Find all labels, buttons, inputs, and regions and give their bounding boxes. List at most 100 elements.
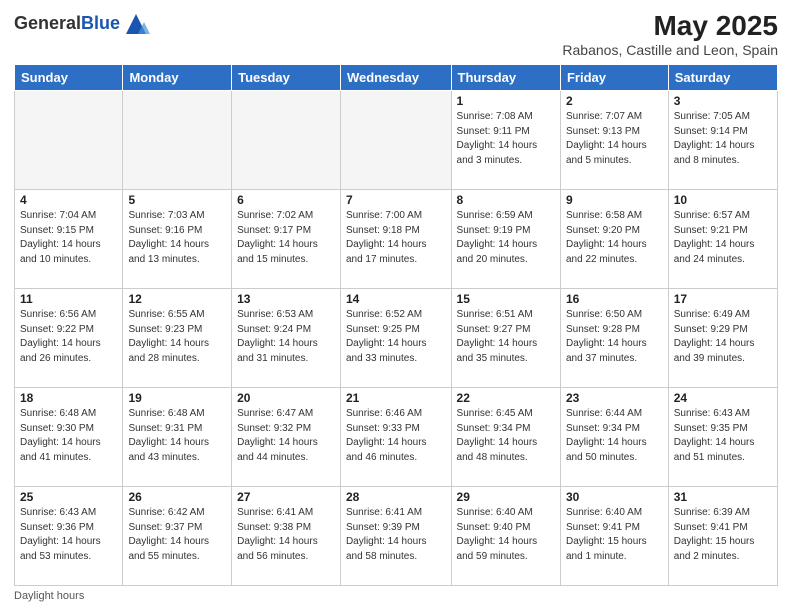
calendar-cell-w1d5: 9Sunrise: 6:58 AMSunset: 9:20 PMDaylight… (560, 190, 668, 289)
calendar-cell-w4d1: 26Sunrise: 6:42 AMSunset: 9:37 PMDayligh… (123, 487, 232, 586)
day-info: Sunrise: 7:08 AMSunset: 9:11 PMDaylight:… (457, 110, 555, 168)
day-number: 5 (128, 193, 226, 207)
daylight-label: Daylight hours (14, 590, 84, 602)
day-info: Sunrise: 6:43 AMSunset: 9:36 PMDaylight:… (20, 506, 117, 564)
calendar-cell-w1d0: 4Sunrise: 7:04 AMSunset: 9:15 PMDaylight… (15, 190, 123, 289)
day-info: Sunrise: 7:07 AMSunset: 9:13 PMDaylight:… (566, 110, 663, 168)
day-info: Sunrise: 6:41 AMSunset: 9:39 PMDaylight:… (346, 506, 446, 564)
day-number: 16 (566, 292, 663, 306)
col-monday: Monday (123, 65, 232, 91)
title-block: May 2025 Rabanos, Castille and Leon, Spa… (562, 10, 778, 58)
day-info: Sunrise: 7:03 AMSunset: 9:16 PMDaylight:… (128, 209, 226, 267)
day-number: 20 (237, 391, 335, 405)
col-friday: Friday (560, 65, 668, 91)
calendar-cell-w1d4: 8Sunrise: 6:59 AMSunset: 9:19 PMDaylight… (451, 190, 560, 289)
day-number: 8 (457, 193, 555, 207)
day-number: 4 (20, 193, 117, 207)
day-info: Sunrise: 6:47 AMSunset: 9:32 PMDaylight:… (237, 407, 335, 465)
calendar-cell-w1d6: 10 Sunrise: 6:57 AMSunset: 9:21 PMDayligh… (668, 190, 777, 289)
day-number: 31 (674, 490, 772, 504)
calendar-week-2: 11Sunrise: 6:56 AMSunset: 9:22 PMDayligh… (15, 289, 778, 388)
day-info: Sunrise: 6:50 AMSunset: 9:28 PMDaylight:… (566, 308, 663, 366)
col-wednesday: Wednesday (340, 65, 451, 91)
header: GeneralBlue May 2025 Rabanos, Castille a… (14, 10, 778, 58)
day-number: 27 (237, 490, 335, 504)
calendar-cell-w2d1: 12Sunrise: 6:55 AMSunset: 9:23 PMDayligh… (123, 289, 232, 388)
calendar-cell-w2d4: 15 Sunrise: 6:51 AMSunset: 9:27 PMDayligh… (451, 289, 560, 388)
day-info: Sunrise: 6:42 AMSunset: 9:37 PMDaylight:… (128, 506, 226, 564)
day-info: Sunrise: 6:52 AMSunset: 9:25 PMDaylight:… (346, 308, 446, 366)
day-number: 7 (346, 193, 446, 207)
calendar-cell-w3d6: 24Sunrise: 6:43 AMSunset: 9:35 PMDayligh… (668, 388, 777, 487)
day-info: Sunrise: 6:58 AMSunset: 9:20 PMDaylight:… (566, 209, 663, 267)
day-info: Sunrise: 6:45 AMSunset: 9:34 PMDaylight:… (457, 407, 555, 465)
calendar-cell-w0d1 (123, 91, 232, 190)
calendar-cell-w0d2 (232, 91, 341, 190)
subtitle: Rabanos, Castille and Leon, Spain (562, 42, 778, 58)
calendar-week-0: 1 Sunrise: 7:08 AMSunset: 9:11 PMDaylight… (15, 91, 778, 190)
logo-text: GeneralBlue (14, 14, 120, 34)
day-number: 21 (346, 391, 446, 405)
calendar-cell-w0d3 (340, 91, 451, 190)
calendar-cell-w3d3: 21 Sunrise: 6:46 AMSunset: 9:33 PMDayligh… (340, 388, 451, 487)
day-number: 3 (674, 94, 772, 108)
calendar-cell-w2d5: 16 Sunrise: 6:50 AMSunset: 9:28 PMDayligh… (560, 289, 668, 388)
col-sunday: Sunday (15, 65, 123, 91)
day-number: 2 (566, 94, 663, 108)
day-number: 15 (457, 292, 555, 306)
calendar-cell-w1d1: 5 Sunrise: 7:03 AMSunset: 9:16 PMDaylight… (123, 190, 232, 289)
calendar-cell-w4d0: 25 Sunrise: 6:43 AMSunset: 9:36 PMDayligh… (15, 487, 123, 586)
calendar-cell-w2d0: 11Sunrise: 6:56 AMSunset: 9:22 PMDayligh… (15, 289, 123, 388)
day-number: 19 (128, 391, 226, 405)
day-info: Sunrise: 6:46 AMSunset: 9:33 PMDaylight:… (346, 407, 446, 465)
day-number: 28 (346, 490, 446, 504)
day-info: Sunrise: 6:40 AMSunset: 9:41 PMDaylight:… (566, 506, 663, 564)
day-number: 6 (237, 193, 335, 207)
calendar-cell-w3d4: 22 Sunrise: 6:45 AMSunset: 9:34 PMDayligh… (451, 388, 560, 487)
calendar-week-1: 4Sunrise: 7:04 AMSunset: 9:15 PMDaylight… (15, 190, 778, 289)
day-info: Sunrise: 6:40 AMSunset: 9:40 PMDaylight:… (457, 506, 555, 564)
calendar-cell-w1d3: 7 Sunrise: 7:00 AMSunset: 9:18 PMDaylight… (340, 190, 451, 289)
day-info: Sunrise: 6:53 AMSunset: 9:24 PMDaylight:… (237, 308, 335, 366)
logo-general: General (14, 13, 81, 33)
logo: GeneralBlue (14, 10, 150, 38)
col-tuesday: Tuesday (232, 65, 341, 91)
day-info: Sunrise: 6:44 AMSunset: 9:34 PMDaylight:… (566, 407, 663, 465)
day-number: 13 (237, 292, 335, 306)
calendar-cell-w4d6: 31Sunrise: 6:39 AMSunset: 9:41 PMDayligh… (668, 487, 777, 586)
day-number: 12 (128, 292, 226, 306)
day-number: 29 (457, 490, 555, 504)
day-number: 30 (566, 490, 663, 504)
col-saturday: Saturday (668, 65, 777, 91)
calendar-header-row: Sunday Monday Tuesday Wednesday Thursday… (15, 65, 778, 91)
calendar-week-4: 25 Sunrise: 6:43 AMSunset: 9:36 PMDayligh… (15, 487, 778, 586)
calendar-cell-w0d0 (15, 91, 123, 190)
calendar-cell-w2d3: 14 Sunrise: 6:52 AMSunset: 9:25 PMDayligh… (340, 289, 451, 388)
day-number: 10 (674, 193, 772, 207)
day-number: 22 (457, 391, 555, 405)
calendar-cell-w4d2: 27Sunrise: 6:41 AMSunset: 9:38 PMDayligh… (232, 487, 341, 586)
day-number: 25 (20, 490, 117, 504)
day-info: Sunrise: 6:48 AMSunset: 9:31 PMDaylight:… (128, 407, 226, 465)
day-number: 18 (20, 391, 117, 405)
day-info: Sunrise: 6:51 AMSunset: 9:27 PMDaylight:… (457, 308, 555, 366)
day-number: 1 (457, 94, 555, 108)
logo-blue: Blue (81, 13, 120, 33)
day-info: Sunrise: 6:48 AMSunset: 9:30 PMDaylight:… (20, 407, 117, 465)
calendar-cell-w0d6: 3Sunrise: 7:05 AMSunset: 9:14 PMDaylight… (668, 91, 777, 190)
calendar-cell-w4d5: 30 Sunrise: 6:40 AMSunset: 9:41 PMDayligh… (560, 487, 668, 586)
day-number: 14 (346, 292, 446, 306)
day-number: 11 (20, 292, 117, 306)
day-number: 17 (674, 292, 772, 306)
day-info: Sunrise: 6:57 AMSunset: 9:21 PMDaylight:… (674, 209, 772, 267)
calendar-cell-w1d2: 6Sunrise: 7:02 AMSunset: 9:17 PMDaylight… (232, 190, 341, 289)
day-info: Sunrise: 6:43 AMSunset: 9:35 PMDaylight:… (674, 407, 772, 465)
logo-icon (122, 10, 150, 38)
main-title: May 2025 (562, 10, 778, 42)
calendar-cell-w4d3: 28 Sunrise: 6:41 AMSunset: 9:39 PMDayligh… (340, 487, 451, 586)
calendar-cell-w4d4: 29 Sunrise: 6:40 AMSunset: 9:40 PMDayligh… (451, 487, 560, 586)
day-info: Sunrise: 7:00 AMSunset: 9:18 PMDaylight:… (346, 209, 446, 267)
calendar-cell-w2d2: 13 Sunrise: 6:53 AMSunset: 9:24 PMDayligh… (232, 289, 341, 388)
footer: Daylight hours (14, 590, 778, 602)
calendar-cell-w3d2: 20 Sunrise: 6:47 AMSunset: 9:32 PMDayligh… (232, 388, 341, 487)
